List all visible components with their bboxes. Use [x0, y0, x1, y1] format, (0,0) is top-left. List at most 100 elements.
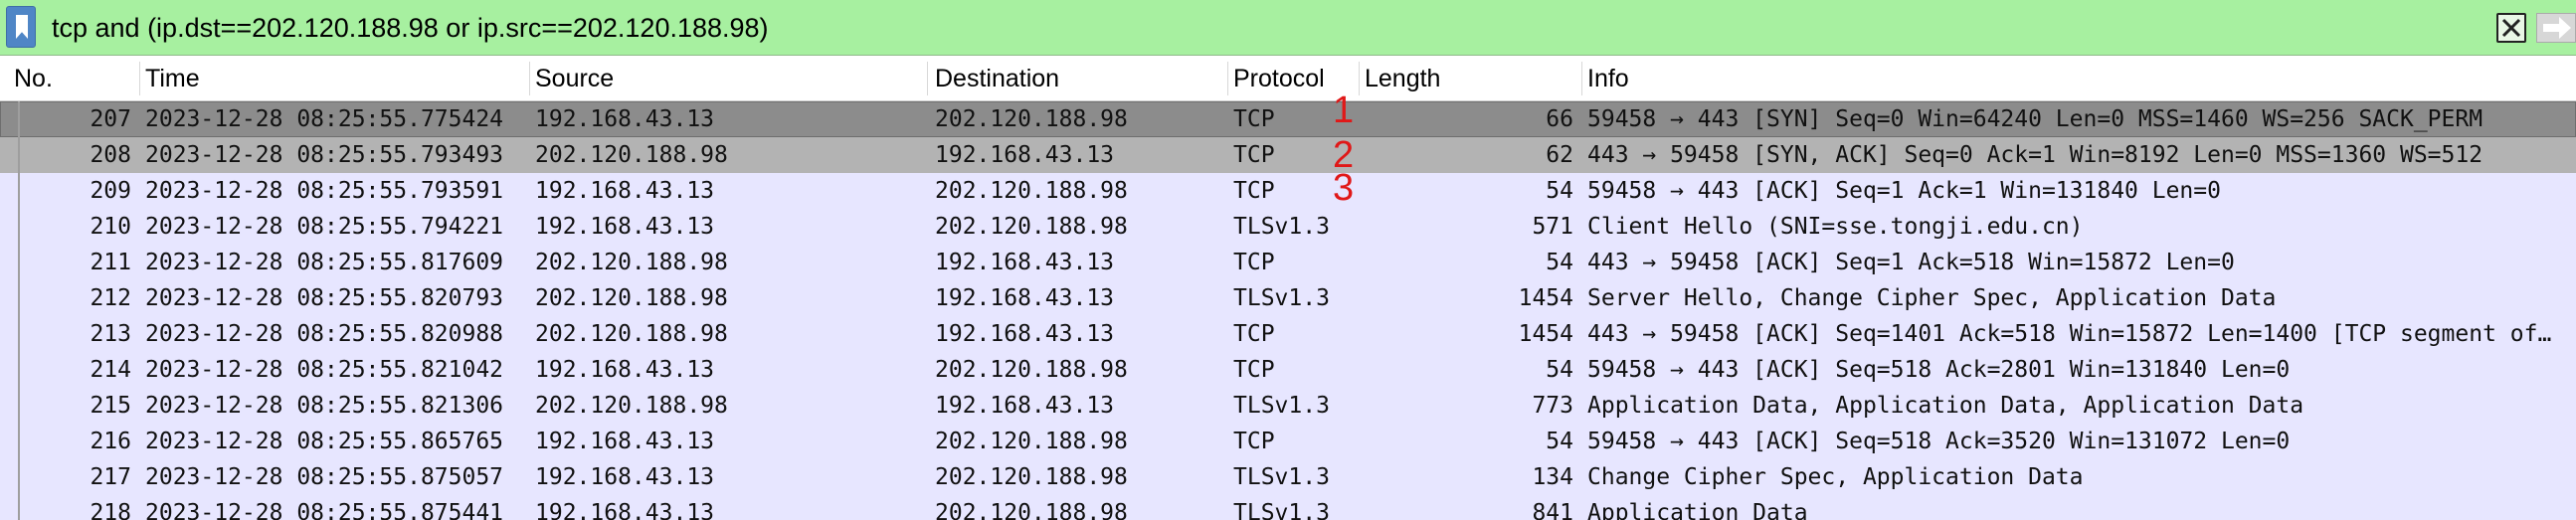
packet-list-header: No. Time Source Destination Protocol Len…	[0, 56, 2576, 101]
column-header-info[interactable]: Info	[1573, 56, 2576, 101]
packet-no: 209	[90, 178, 131, 204]
packet-info: Application Data, Application Data, Appl…	[1587, 393, 2304, 419]
packet-no: 212	[90, 285, 131, 311]
packet-destination: 202.120.188.98	[935, 106, 1128, 132]
packet-row[interactable]: 212 2023-12-28 08:25:55.820793 202.120.188…	[0, 280, 2576, 316]
column-header-length[interactable]: Length	[1351, 56, 1581, 101]
packet-row[interactable]: 215 2023-12-28 08:25:55.821306 202.120.188…	[0, 388, 2576, 424]
packet-length: 841	[1532, 500, 1573, 520]
packet-source: 202.120.188.98	[535, 250, 728, 275]
packet-no: 214	[90, 357, 131, 383]
packet-source: 202.120.188.98	[535, 393, 728, 419]
packet-protocol: TCP	[1233, 321, 1275, 347]
packet-destination: 202.120.188.98	[935, 429, 1128, 454]
packet-length: 1454	[1518, 285, 1573, 311]
packet-row[interactable]: 207 2023-12-28 08:25:55.775424 192.168.43.…	[0, 101, 2576, 137]
packet-info: Client Hello (SNI=sse.tongji.edu.cn)	[1587, 214, 2084, 240]
clear-x-icon	[2501, 18, 2521, 38]
packet-length: 54	[1546, 178, 1573, 204]
packet-protocol: TLSv1.3	[1233, 393, 1330, 419]
column-header-source[interactable]: Source	[521, 56, 929, 101]
packet-length: 54	[1546, 357, 1573, 383]
display-filter-input[interactable]: tcp and (ip.dst==202.120.188.98 or ip.sr…	[52, 0, 769, 56]
packet-time: 2023-12-28 08:25:55.775424	[145, 106, 504, 132]
packet-time: 2023-12-28 08:25:55.821042	[145, 357, 504, 383]
apply-arrow-icon	[2543, 17, 2571, 39]
packet-no: 211	[90, 250, 131, 275]
column-header-time[interactable]: Time	[131, 56, 529, 101]
annotation-1: 1	[1333, 89, 1355, 131]
packet-time: 2023-12-28 08:25:55.865765	[145, 429, 504, 454]
packet-source: 202.120.188.98	[535, 285, 728, 311]
packet-no: 210	[90, 214, 131, 240]
packet-row[interactable]: 209 2023-12-28 08:25:55.793591 192.168.43.…	[0, 173, 2576, 209]
packet-info: 59458 → 443 [ACK] Seq=518 Ack=2801 Win=1…	[1587, 357, 2291, 383]
packet-destination: 192.168.43.13	[935, 142, 1115, 168]
packet-row[interactable]: 213 2023-12-28 08:25:55.820988 202.120.188…	[0, 316, 2576, 352]
column-header-no[interactable]: No.	[0, 56, 139, 101]
packet-row[interactable]: 216 2023-12-28 08:25:55.865765 192.168.43.…	[0, 424, 2576, 459]
packet-length: 54	[1546, 250, 1573, 275]
packet-row[interactable]: 211 2023-12-28 08:25:55.817609 202.120.188…	[0, 245, 2576, 280]
packet-length: 773	[1532, 393, 1573, 419]
packet-no: 208	[90, 142, 131, 168]
bookmark-icon	[16, 15, 28, 39]
packet-info: 59458 → 443 [SYN] Seq=0 Win=64240 Len=0 …	[1587, 106, 2484, 132]
packet-destination: 202.120.188.98	[935, 214, 1128, 240]
packet-time: 2023-12-28 08:25:55.821306	[145, 393, 504, 419]
packet-destination: 192.168.43.13	[935, 250, 1115, 275]
packet-info: 443 → 59458 [ACK] Seq=1 Ack=518 Win=1587…	[1587, 250, 2235, 275]
packet-time: 2023-12-28 08:25:55.875057	[145, 464, 504, 490]
packet-time: 2023-12-28 08:25:55.820793	[145, 285, 504, 311]
packet-row[interactable]: 218 2023-12-28 08:25:55.875441 192.168.43.…	[0, 495, 2576, 520]
packet-time: 2023-12-28 08:25:55.817609	[145, 250, 504, 275]
packet-list[interactable]: 207 2023-12-28 08:25:55.775424 192.168.43.…	[0, 101, 2576, 520]
annotation-3: 3	[1333, 167, 1355, 209]
packet-row[interactable]: 217 2023-12-28 08:25:55.875057 192.168.43.…	[0, 459, 2576, 495]
packet-source: 192.168.43.13	[535, 178, 715, 204]
packet-destination: 192.168.43.13	[935, 321, 1115, 347]
packet-length: 1454	[1518, 321, 1573, 347]
packet-destination: 202.120.188.98	[935, 500, 1128, 520]
packet-no: 215	[90, 393, 131, 419]
packet-length: 54	[1546, 429, 1573, 454]
packet-no: 207	[90, 106, 131, 132]
packet-no: 217	[90, 464, 131, 490]
packet-time: 2023-12-28 08:25:55.793591	[145, 178, 504, 204]
packet-source: 192.168.43.13	[535, 464, 715, 490]
packet-time: 2023-12-28 08:25:55.793493	[145, 142, 504, 168]
packet-destination: 192.168.43.13	[935, 393, 1115, 419]
packet-no: 218	[90, 500, 131, 520]
packet-time: 2023-12-28 08:25:55.875441	[145, 500, 504, 520]
packet-length: 66	[1546, 106, 1573, 132]
packet-info: Application Data	[1587, 500, 1808, 520]
packet-info: 443 → 59458 [SYN, ACK] Seq=0 Ack=1 Win=8…	[1587, 142, 2484, 168]
packet-protocol: TLSv1.3	[1233, 500, 1330, 520]
packet-source: 192.168.43.13	[535, 357, 715, 383]
packet-row[interactable]: 208 2023-12-28 08:25:55.793493 202.120.188…	[0, 137, 2576, 173]
clear-filter-button[interactable]	[2496, 13, 2526, 43]
packet-length: 571	[1532, 214, 1573, 240]
packet-info: 443 → 59458 [ACK] Seq=1401 Ack=518 Win=1…	[1587, 321, 2552, 347]
filter-bookmark-button[interactable]	[6, 6, 36, 48]
packet-info: Change Cipher Spec, Application Data	[1587, 464, 2084, 490]
column-header-destination[interactable]: Destination	[921, 56, 1227, 101]
packet-source: 192.168.43.13	[535, 106, 715, 132]
packet-source: 202.120.188.98	[535, 321, 728, 347]
conversation-bracket-line	[18, 101, 20, 520]
packet-time: 2023-12-28 08:25:55.820988	[145, 321, 504, 347]
packet-source: 192.168.43.13	[535, 214, 715, 240]
packet-protocol: TCP	[1233, 250, 1275, 275]
packet-destination: 202.120.188.98	[935, 464, 1128, 490]
packet-protocol: TLSv1.3	[1233, 285, 1330, 311]
packet-info: Server Hello, Change Cipher Spec, Applic…	[1587, 285, 2277, 311]
packet-info: 59458 → 443 [ACK] Seq=1 Ack=1 Win=131840…	[1587, 178, 2221, 204]
packet-protocol: TLSv1.3	[1233, 464, 1330, 490]
packet-info: 59458 → 443 [ACK] Seq=518 Ack=3520 Win=1…	[1587, 429, 2291, 454]
packet-destination: 192.168.43.13	[935, 285, 1115, 311]
packet-row[interactable]: 210 2023-12-28 08:25:55.794221 192.168.43.…	[0, 209, 2576, 245]
display-filter-bar: tcp and (ip.dst==202.120.188.98 or ip.sr…	[0, 0, 2576, 56]
packet-row[interactable]: 214 2023-12-28 08:25:55.821042 192.168.43.…	[0, 352, 2576, 388]
packet-source: 192.168.43.13	[535, 500, 715, 520]
apply-filter-button[interactable]	[2536, 13, 2576, 43]
